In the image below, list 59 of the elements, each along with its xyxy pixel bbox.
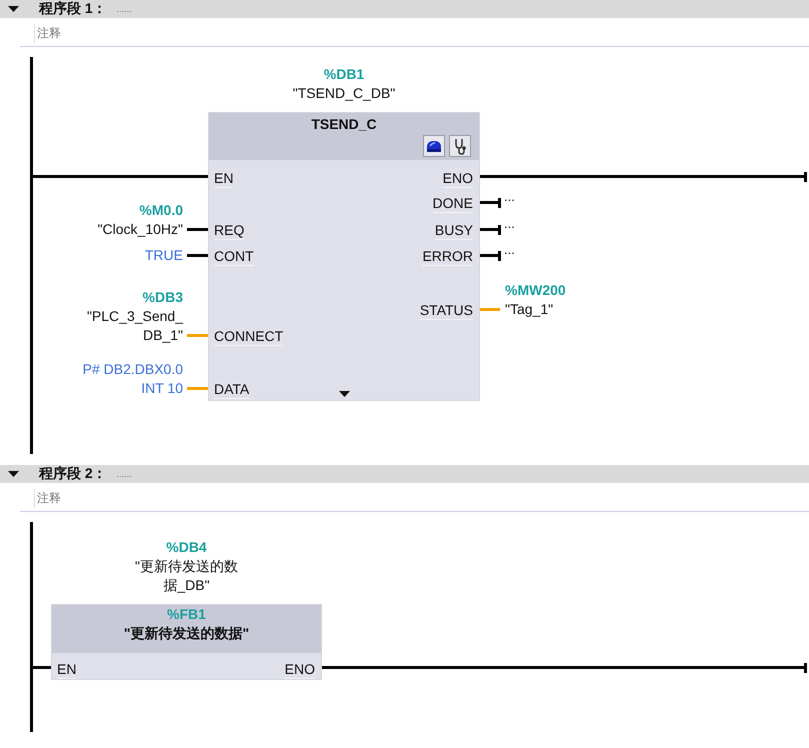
output-pin-label: ERROR: [422, 247, 473, 266]
diagnostics-button[interactable]: [449, 135, 471, 157]
operand-address: %DB3: [142, 288, 183, 307]
output-pin-label: BUSY: [434, 221, 473, 240]
input-pin-label: EN: [57, 660, 76, 679]
output-wire: [480, 308, 500, 311]
network-title: 程序段 1：: [39, 0, 107, 18]
function-block[interactable]: %FB1 "更新待发送的数据" EN ENO: [51, 604, 322, 680]
input-wire: [187, 387, 208, 390]
input-pin-label: DATA: [214, 380, 250, 399]
operand-name: "PLC_3_Send_DB_1": [86, 307, 183, 345]
function-block[interactable]: TSEND_C EN REQ CONT CONNECT DATA ENO DONE BUSY ERROR STATUS: [208, 112, 480, 401]
operand-input-field[interactable]: ...: [504, 189, 515, 205]
dome-icon: [425, 139, 443, 153]
expand-pins-icon[interactable]: [339, 391, 350, 397]
network-title: 程序段 2：: [39, 465, 107, 483]
operand-constant: TRUE: [144, 246, 183, 265]
input-pin-label: EN: [214, 169, 234, 188]
wire-end-tick: [804, 663, 807, 673]
operand-name: "Tag_1": [505, 300, 554, 319]
network-header[interactable]: 程序段 1： ......: [0, 0, 809, 18]
input-pin-label: CONNECT: [214, 327, 284, 346]
collapse-caret-icon[interactable]: [8, 470, 19, 478]
network-header[interactable]: 程序段 2： ......: [0, 465, 809, 483]
input-wire: [187, 254, 208, 257]
wire-end-tick: [498, 251, 501, 261]
input-wire: [187, 334, 208, 337]
wire-end-tick: [498, 198, 501, 208]
output-pin-label: ENO: [284, 660, 315, 679]
instance-name: "TSEND_C_DB": [292, 84, 396, 103]
output-wire: [480, 228, 500, 231]
operand-name: "Clock_10Hz": [98, 220, 183, 239]
stethoscope-icon: [453, 137, 467, 155]
power-wire: [33, 666, 51, 669]
input-pin-label: REQ: [214, 221, 244, 240]
output-wire: [480, 201, 500, 204]
input-wire: [187, 228, 208, 231]
input-pin-label: CONT: [214, 247, 254, 266]
operand-constant: P# DB2.DBX0.0 INT 10: [82, 360, 183, 398]
output-pin-label: STATUS: [420, 301, 473, 320]
block-type-address: %FB1: [167, 606, 206, 622]
collapse-caret-icon[interactable]: [8, 5, 19, 13]
block-type-name: "更新待发送的数据": [124, 625, 250, 643]
instance-address: %DB1: [324, 65, 364, 84]
operand-address: %M0.0: [139, 201, 183, 220]
wire-end-tick: [804, 172, 807, 182]
operand-input-field[interactable]: ...: [504, 242, 515, 258]
output-wire: [480, 254, 500, 257]
instance-address: %DB4: [166, 538, 207, 557]
wire-end-tick: [498, 225, 501, 235]
output-pin-label: DONE: [432, 194, 473, 213]
comment-field[interactable]: 注释: [34, 24, 809, 43]
comment-field[interactable]: 注释: [34, 489, 809, 508]
operand-input-field[interactable]: ...: [504, 216, 515, 232]
instance-name: "更新待发送的数据_DB": [134, 557, 239, 595]
connection-config-button[interactable]: [423, 135, 445, 157]
output-pin-label: ENO: [442, 169, 473, 188]
operand-address: %MW200: [505, 281, 566, 300]
block-type-name: TSEND_C: [311, 116, 377, 132]
